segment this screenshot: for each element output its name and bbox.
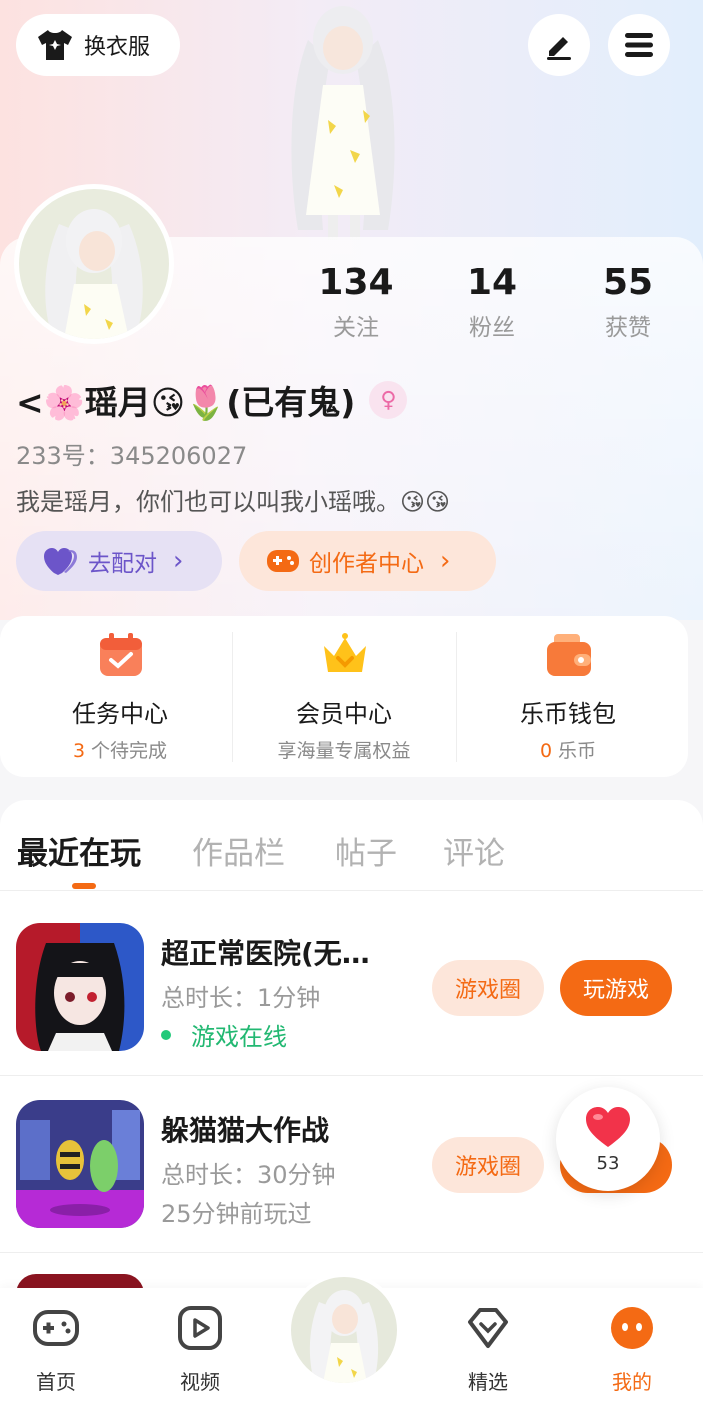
following-label: 关注 [333,315,379,341]
game-title[interactable]: 超正常医院(无… [161,932,401,972]
menu-button[interactable] [608,14,670,76]
chevron-right-icon: › [173,546,184,576]
change-outfit-label: 换衣服 [84,35,151,60]
row-divider [0,1075,703,1076]
game-circle-button[interactable]: 游戏圈 [432,960,544,1016]
match-button[interactable]: 去配对 › [16,531,222,591]
game-last-played: 25分钟前玩过 [161,1200,312,1228]
member-center[interactable]: 会员中心 享海量专属权益 [232,616,456,777]
heart-icon [586,1107,630,1147]
match-label: 去配对 [88,551,157,577]
nav-featured[interactable]: 精选 [448,1306,528,1395]
user-id[interactable]: 233号：345206027 [16,436,247,471]
play-game-button[interactable]: 玩游戏 [560,960,672,1016]
pen-icon [547,37,571,60]
game-duration: 总时长：30分钟 [161,1161,336,1189]
game-title[interactable]: 躲猫猫大作战 [161,1109,401,1149]
tshirt-icon [38,30,72,60]
female-gender-icon: ♀ [369,381,408,419]
menu-icon [625,33,653,57]
like-bubble[interactable]: 53 [556,1087,660,1191]
avatar-image [45,209,143,339]
likes-count: 55 [602,262,654,303]
chevron-right-icon: › [440,546,451,576]
coin-wallet-subtitle: 0 乐币 [539,740,597,762]
gamepad-icon [33,1310,79,1346]
nav-home[interactable]: 首页 [16,1306,96,1395]
tab-comments[interactable]: 评论 [443,828,505,873]
nav-avatar-button[interactable] [287,1273,401,1387]
member-center-subtitle: 享海量专属权益 [277,740,411,762]
game-thumbnail [16,923,144,1051]
smiley-face-icon [611,1307,653,1349]
like-count: 53 [596,1153,620,1174]
game-icon-hide-seek[interactable] [16,1100,144,1228]
fans-count: 14 [466,262,518,303]
avatar-icon [309,1290,379,1383]
calendar-check-icon [100,633,142,676]
tab-indicator [72,883,96,889]
task-center-subtitle: 3 个待完成 [72,740,168,762]
stat-likes[interactable]: 55 获赞 [568,262,688,342]
hearts-icon [44,548,77,575]
nav-video[interactable]: 视频 [160,1306,240,1395]
task-center-title: 任务中心 [72,700,168,728]
coin-wallet-title: 乐币钱包 [520,700,616,728]
nav-video-label: 视频 [180,1370,220,1394]
stat-fans[interactable]: 14 粉丝 [432,262,552,342]
game-icon-hospital[interactable] [16,923,144,1051]
member-center-title: 会员中心 [296,700,392,728]
online-dot-icon [161,1029,171,1040]
nav-home-label: 首页 [36,1370,76,1394]
profile-avatar[interactable] [14,184,174,344]
creator-center-label: 创作者中心 [309,551,424,577]
change-outfit-button[interactable]: 换衣服 [16,14,180,76]
task-center[interactable]: 任务中心 3 个待完成 [8,616,232,777]
game-online-status: 游戏在线 [161,1017,287,1052]
stat-following[interactable]: 134 关注 [296,262,416,342]
likes-label: 获赞 [605,315,651,341]
game-duration: 总时长：1分钟 [161,984,321,1012]
game-circle-button[interactable]: 游戏圈 [432,1137,544,1193]
nickname-row: <🌸瑶月😘🌷(已有鬼) ♀ [16,376,408,424]
service-divider [456,632,457,762]
gamepad-icon [267,550,299,572]
creator-center-button[interactable]: 创作者中心 › [239,531,496,591]
tabs-divider [0,890,703,891]
crown-icon [324,633,366,672]
wallet-icon [547,634,591,676]
service-divider [232,632,233,762]
coin-wallet[interactable]: 乐币钱包 0 乐币 [456,616,680,777]
avatar-3d-figure[interactable] [268,0,418,240]
nav-featured-label: 精选 [468,1370,508,1394]
edit-profile-button[interactable] [528,14,590,76]
fans-label: 粉丝 [469,315,515,341]
following-count: 134 [318,262,394,303]
tab-recently-played[interactable]: 最近在玩 [17,828,141,873]
services-card: 任务中心 3 个待完成 会员中心 享海量专属权益 乐币钱包 0 乐币 [0,616,688,777]
nav-mine-label: 我的 [612,1370,652,1394]
nickname: <🌸瑶月😘🌷(已有鬼) [16,383,356,422]
bio: 我是瑶月，你们也可以叫我小瑶哦。😘😘 [16,488,451,516]
video-play-icon [178,1306,222,1350]
nav-mine[interactable]: 我的 [592,1306,672,1395]
game-thumbnail [16,1100,144,1228]
diamond-heart-icon [468,1308,508,1348]
tab-posts[interactable]: 帖子 [335,828,397,873]
row-divider [0,1252,703,1253]
tab-works[interactable]: 作品栏 [192,828,285,873]
